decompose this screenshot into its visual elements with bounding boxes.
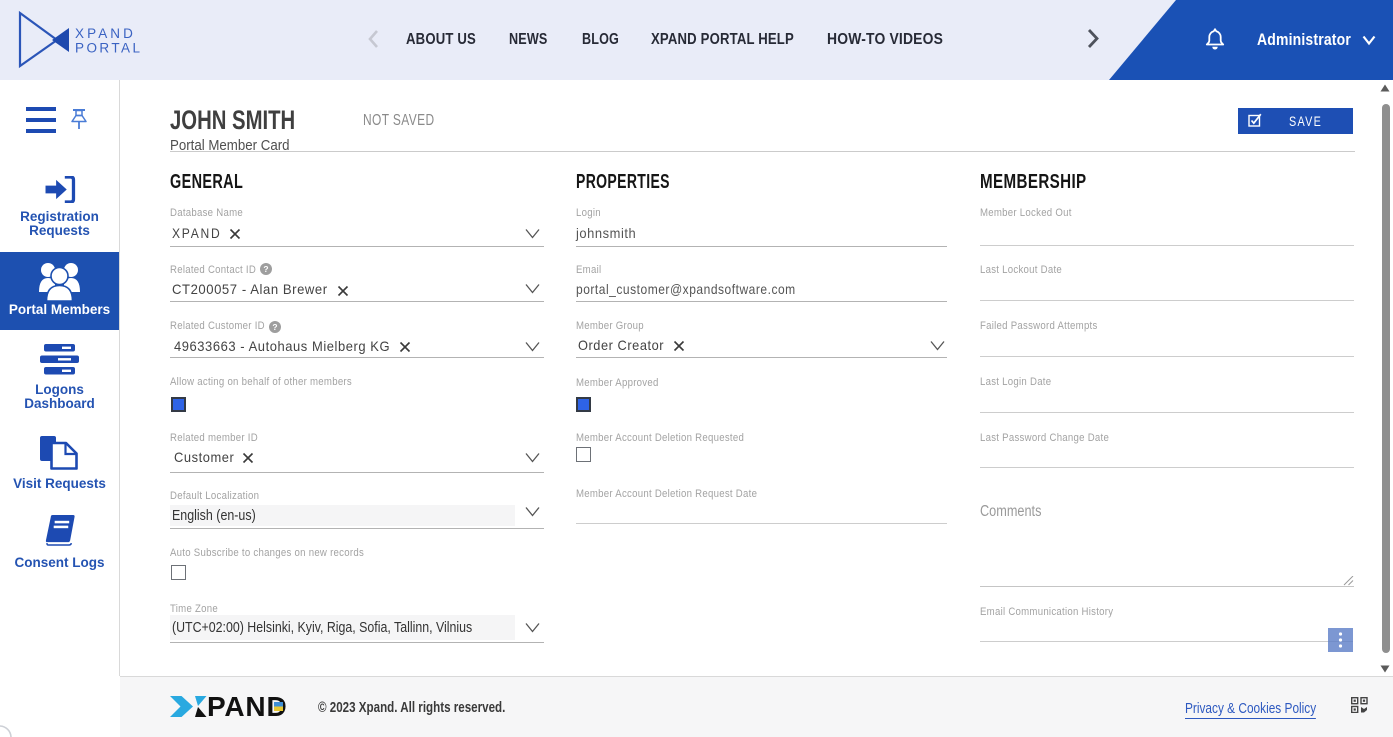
svg-text:PORTAL: PORTAL xyxy=(75,41,142,56)
svg-text:XPAND: XPAND xyxy=(75,26,136,41)
svg-text:?: ? xyxy=(263,264,268,274)
svg-text:?: ? xyxy=(272,322,277,332)
